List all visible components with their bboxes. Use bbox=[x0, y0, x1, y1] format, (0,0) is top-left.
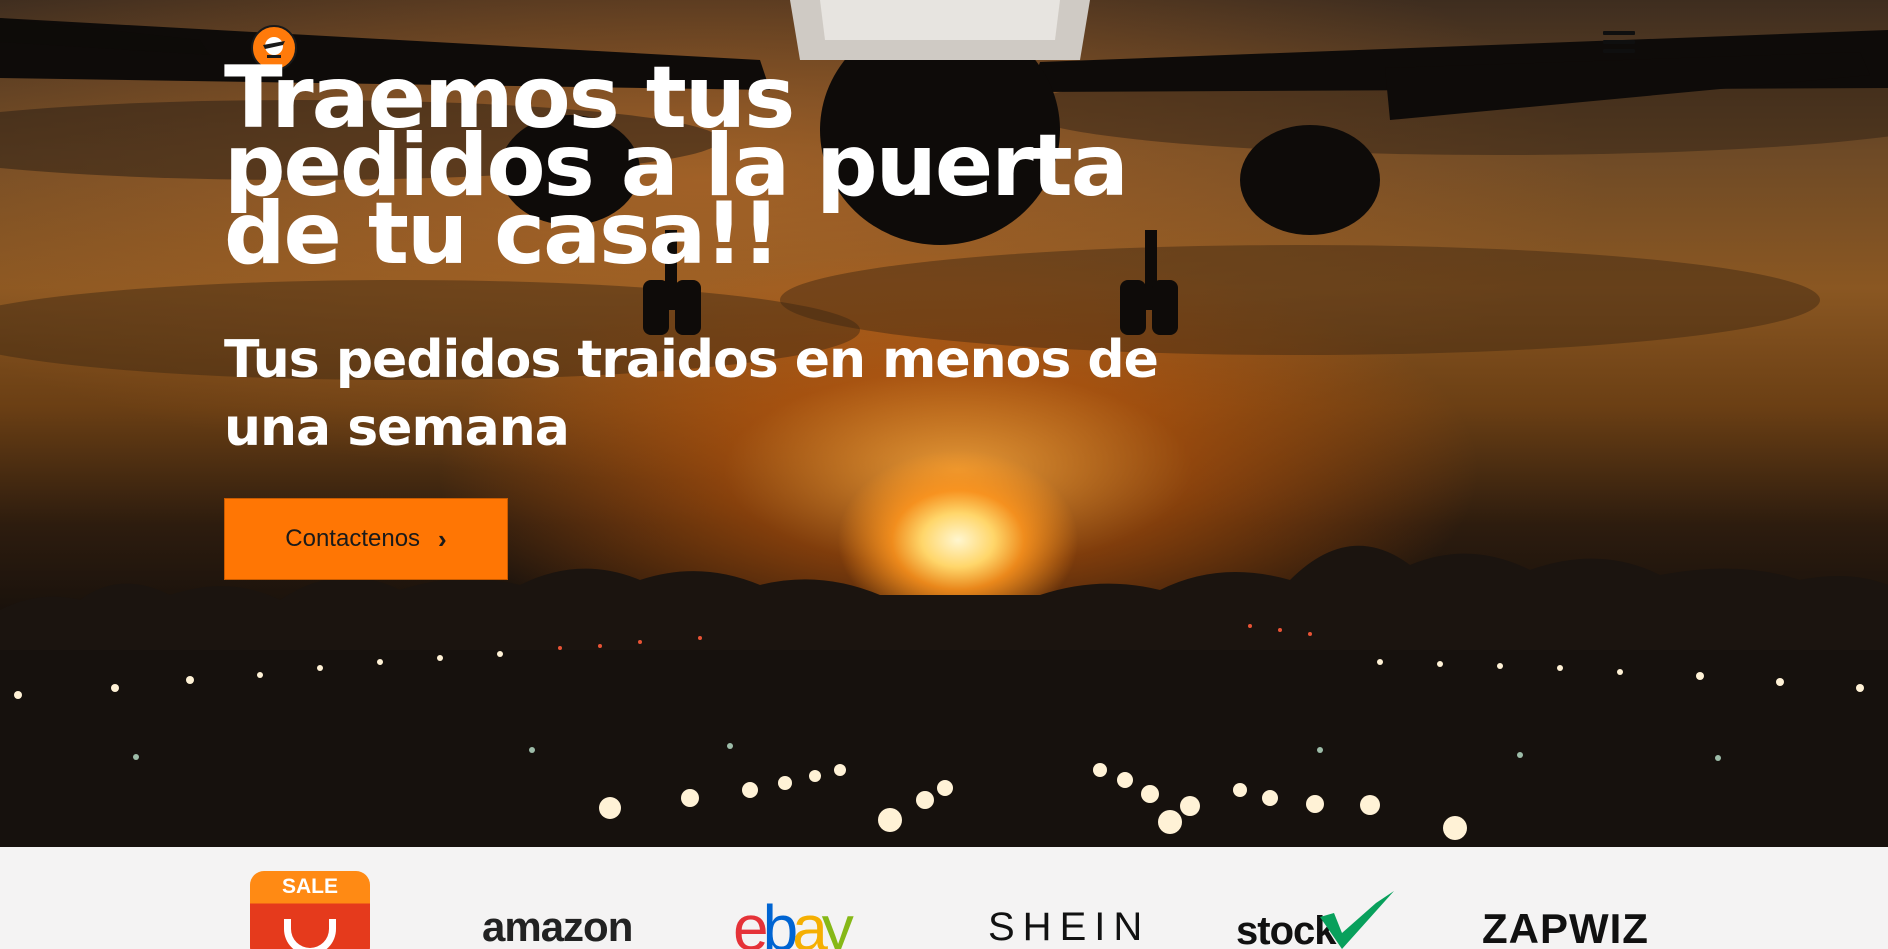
amazon-logo[interactable]: amazon bbox=[482, 903, 633, 949]
menu-bar-top bbox=[1603, 31, 1635, 35]
aliexpress-logo[interactable]: SALE bbox=[250, 871, 370, 949]
menu-bar-middle bbox=[1603, 40, 1635, 44]
shein-logo[interactable]: SHEIN bbox=[988, 905, 1150, 949]
hero-headline: Traemos tus pedidos a la puerta de tu ca… bbox=[224, 48, 1129, 284]
shopping-bag-icon bbox=[284, 919, 336, 949]
aliexpress-sale-badge: SALE bbox=[281, 875, 338, 898]
hamburger-menu-icon[interactable] bbox=[1603, 31, 1635, 59]
ebay-logo[interactable]: ebay bbox=[733, 891, 854, 949]
stockx-check-icon bbox=[1320, 891, 1394, 949]
contact-button-label: Contactenos bbox=[285, 525, 421, 552]
chevron-right-icon: › bbox=[438, 523, 447, 554]
contact-button[interactable]: Contactenos › bbox=[224, 498, 508, 580]
brand-logo-strip: SALE amazon ebay SHEIN stock ZAPWIZ bbox=[0, 847, 1888, 949]
hero-subheadline: Tus pedidos traidos en menos de una sema… bbox=[224, 330, 1159, 458]
menu-bar-bottom bbox=[1603, 49, 1635, 53]
zapwiz-logo[interactable]: ZAPWIZ bbox=[1482, 905, 1649, 949]
